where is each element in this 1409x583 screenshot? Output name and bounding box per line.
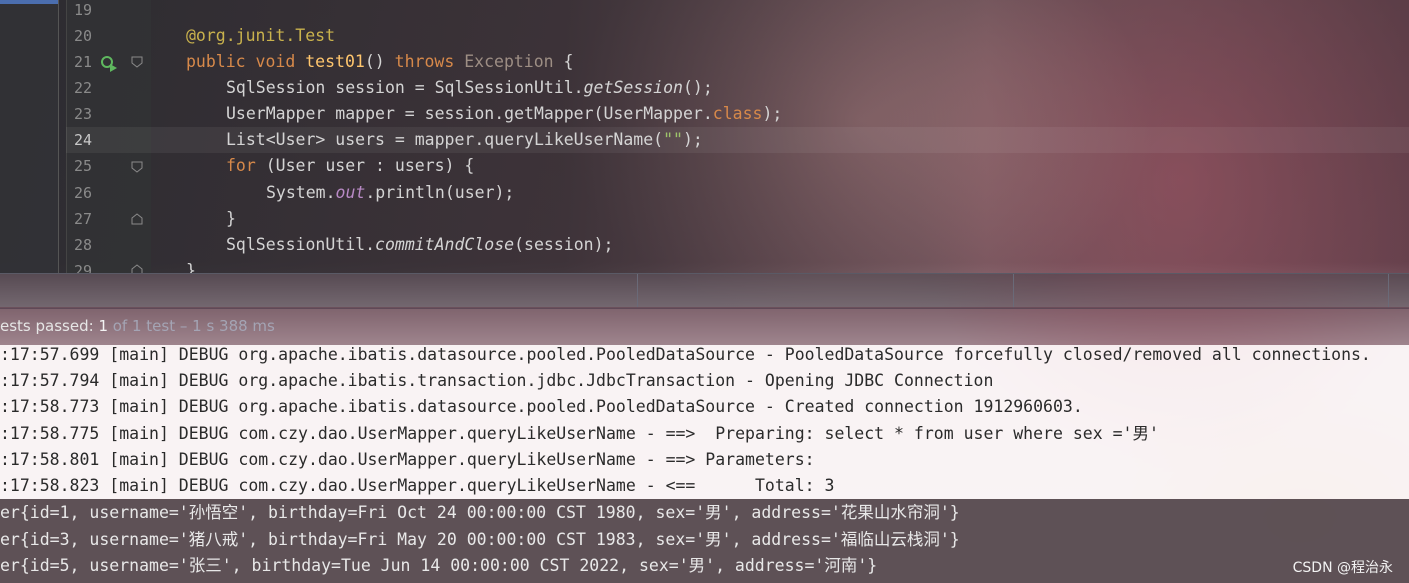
code-line[interactable]: 26 System.out.println(user); [66, 180, 1409, 206]
annotation-name: Test [295, 26, 336, 45]
output-line: er{id=3, username='猪八戒', birthday=Fri Ma… [0, 530, 960, 549]
code-text: System. [266, 183, 336, 202]
line-number: 19 [73, 1, 92, 19]
line-number: 27 [73, 210, 92, 228]
code-line[interactable]: 29 } [66, 258, 1409, 273]
method-name: test01 [305, 52, 365, 71]
line-number: 23 [73, 105, 92, 123]
code-text: SqlSession session = SqlSessionUtil. [226, 78, 584, 97]
toolbar-divider [1013, 274, 1014, 308]
code-text: ); [682, 130, 703, 149]
console-output[interactable]: :17:57.699 [main] DEBUG org.apache.ibati… [0, 345, 1409, 583]
code-line[interactable]: 21 public void test01() throws Exception… [66, 49, 1409, 75]
line-number: 29 [73, 262, 92, 273]
line-number: 24 [73, 131, 92, 149]
code-line-current[interactable]: 24 List<User> users = mapper.queryLikeUs… [66, 127, 1409, 153]
annotation-prefix: @org.junit. [186, 26, 296, 45]
toolbar-divider [637, 274, 638, 308]
code-line[interactable]: 19 [66, 0, 1409, 23]
code-line[interactable]: 22 SqlSession session = SqlSessionUtil.g… [66, 75, 1409, 101]
log-line: :17:57.794 [main] DEBUG org.apache.ibati… [0, 371, 994, 390]
code-editor[interactable]: 19 20 @org.junit.Test 21 public void tes… [0, 0, 1409, 273]
run-test-icon[interactable] [100, 54, 118, 72]
line-number: 25 [73, 157, 92, 175]
log-line: :17:58.801 [main] DEBUG com.czy.dao.User… [0, 450, 825, 469]
code-text: UserMapper mapper = session.getMapper(Us… [226, 104, 713, 123]
line-number: 20 [73, 27, 92, 45]
code-line[interactable]: 28 SqlSessionUtil.commitAndClose(session… [66, 232, 1409, 258]
code-text: SqlSessionUtil. [226, 235, 376, 254]
code-line[interactable]: 20 @org.junit.Test [66, 23, 1409, 49]
exception-type: Exception [464, 52, 554, 71]
code-text: List<User> users = mapper.queryLikeUserN… [226, 130, 664, 149]
static-method: commitAndClose [375, 235, 515, 254]
code-text: } [226, 209, 236, 228]
keyword: class [712, 104, 763, 123]
log-line: :17:58.775 [main] DEBUG com.czy.dao.User… [0, 424, 1159, 443]
code-text: ); [762, 104, 783, 123]
line-number: 26 [73, 184, 92, 202]
fold-marker-icon[interactable] [131, 161, 143, 173]
code-text: .println(user); [365, 183, 515, 202]
fold-end-icon[interactable] [131, 213, 143, 225]
keyword: public [186, 52, 246, 71]
log-line: :17:58.823 [main] DEBUG com.czy.dao.User… [0, 476, 835, 495]
code-line[interactable]: 25 for (User user : users) { [66, 153, 1409, 179]
panel-tab-indicator [0, 0, 58, 4]
toolbar-divider [1388, 274, 1389, 308]
code-text: (); [682, 78, 713, 97]
keyword: throws [394, 52, 455, 71]
line-number: 21 [73, 53, 92, 71]
code-text: { [553, 52, 574, 71]
tests-passed-count: 1 [98, 317, 108, 335]
code-text: } [186, 261, 196, 273]
project-panel[interactable] [0, 0, 59, 273]
fold-end-icon[interactable] [131, 264, 143, 273]
test-status-bar: ests passed: 1 of 1 test – 1 s 388 ms [0, 307, 1409, 345]
fold-marker-icon[interactable] [131, 56, 143, 68]
log-line: :17:57.699 [main] DEBUG org.apache.ibati… [0, 345, 1371, 364]
keyword: for [226, 156, 256, 175]
code-text: (User user : users) { [255, 156, 475, 175]
test-summary: of 1 test – 1 s 388 ms [107, 317, 275, 335]
static-method: getSession [583, 78, 683, 97]
code-text: (session); [514, 235, 614, 254]
line-number: 28 [73, 236, 92, 254]
output-line: er{id=1, username='孙悟空', birthday=Fri Oc… [0, 503, 960, 522]
run-toolbar[interactable] [0, 273, 1409, 309]
static-field: out [335, 183, 366, 202]
code-line[interactable]: 27 } [66, 206, 1409, 232]
log-line: :17:58.773 [main] DEBUG org.apache.ibati… [0, 397, 1083, 416]
watermark: CSDN @程治永 [1292, 560, 1393, 576]
output-line: er{id=5, username='张三', birthday=Tue Jun… [0, 556, 878, 575]
keyword: void [255, 52, 296, 71]
line-number: 22 [73, 79, 92, 97]
code-line[interactable]: 23 UserMapper mapper = session.getMapper… [66, 101, 1409, 127]
code-text: () [364, 52, 395, 71]
string-literal: "" [663, 130, 683, 149]
program-output-block: er{id=1, username='孙悟空', birthday=Fri Oc… [0, 499, 1409, 583]
tests-passed-label: ests passed: [0, 317, 99, 335]
